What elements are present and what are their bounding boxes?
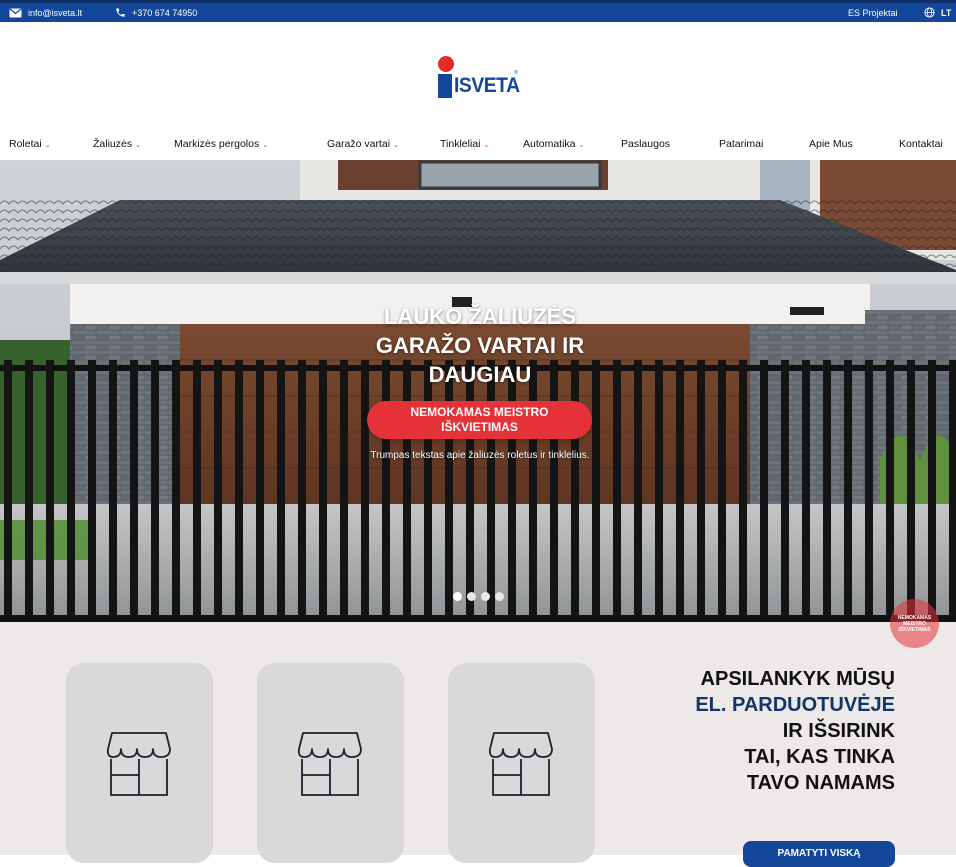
nav-item-tinkleliai[interactable]: Tinkleliai ⌄	[440, 138, 489, 150]
nav-item-paslaugos[interactable]: Paslaugos	[621, 138, 670, 150]
nav-label: Markizės pergolos	[174, 138, 260, 150]
nav-item-markizes-pergolos[interactable]: Markizės pergolos ⌄	[174, 138, 268, 150]
shop-promo-section: APSILANKYK MŪSŲ EL. PARDUOTUVĖJE IR IŠSI…	[0, 622, 956, 867]
email-text: info@isveta.lt	[28, 7, 83, 18]
free-master-visit-button[interactable]: NEMOKAMAS MEISTRO IŠKVIETIMAS	[367, 401, 592, 439]
es-projects-link[interactable]: ES Projektai	[848, 3, 898, 22]
badge-line-3: IŠKVIETIMAS	[898, 626, 931, 633]
chevron-down-icon: ⌄	[483, 141, 490, 149]
email-link[interactable]: info@isveta.lt	[9, 3, 82, 22]
nav-label: Automatika	[523, 138, 576, 150]
nav-item-patarimai[interactable]: Patarimai	[719, 138, 763, 150]
shop-promo-heading: APSILANKYK MŪSŲ EL. PARDUOTUVĖJE IR IŠSI…	[695, 666, 895, 796]
category-card[interactable]	[257, 663, 404, 863]
hero-title: LAUKO ŽALIUZĖS GARAŽO VARTAI IR DAUGIAU	[340, 302, 620, 389]
nav-label: Garažo vartai	[327, 138, 391, 150]
nav-item-kontaktai[interactable]: Kontaktai	[899, 138, 943, 150]
nav-label: Apie Mus	[809, 138, 853, 150]
slider-dot-3[interactable]	[481, 592, 490, 601]
site-logo[interactable]: ISVETA ®	[436, 56, 522, 100]
chevron-down-icon: ⌄	[262, 141, 269, 149]
phone-text: +370 674 74950	[132, 7, 198, 18]
globe-icon	[924, 7, 935, 18]
chevron-down-icon: ⌄	[578, 141, 585, 149]
promo-line-2: EL. PARDUOTUVĖJE	[695, 694, 895, 716]
slider-dot-1[interactable]	[453, 592, 462, 601]
slider-dot-2[interactable]	[467, 592, 476, 601]
floating-free-visit-badge[interactable]: NEMOKAMAS MEISTRO IŠKVIETIMAS	[890, 599, 939, 648]
chevron-down-icon: ⌄	[393, 141, 399, 149]
hero-slider: LAUKO ŽALIUZĖS GARAŽO VARTAI IR DAUGIAU …	[0, 160, 956, 622]
nav-label: Paslaugos	[621, 138, 671, 150]
nav-item-garazo-vartai[interactable]: Garažo vartai ⌄	[327, 138, 399, 150]
nav-label: Patarimai	[719, 138, 764, 150]
logo-registered: ®	[514, 70, 518, 76]
language-switcher[interactable]: LT	[924, 3, 951, 22]
storefront-icon	[488, 732, 553, 796]
promo-line-4: TAI, KAS TINKA	[744, 746, 895, 768]
cta-line-2: IŠKVIETIMAS	[441, 420, 518, 434]
nav-item-apie-mus[interactable]: Apie Mus	[809, 138, 853, 150]
es-projects-label: ES Projektai	[848, 7, 898, 18]
slider-dot-4[interactable]	[495, 592, 504, 601]
hero-title-line-3: DAUGIAU	[428, 362, 532, 387]
hero-title-line-2: GARAŽO VARTAI IR	[375, 333, 585, 358]
storefront-icon	[106, 732, 171, 796]
storefront-icon	[297, 732, 362, 796]
nav-label: Žaliuzės	[93, 138, 133, 150]
chevron-down-icon: ⌄	[44, 141, 51, 149]
promo-line-3: IR IŠSIRINK	[782, 720, 895, 742]
nav-item-automatika[interactable]: Automatika ⌄	[523, 138, 584, 150]
hero-subtitle: Trumpas tekstas apie žaliuzės roletus ir…	[370, 450, 590, 461]
see-all-button[interactable]: PAMATYTI VISKĄ	[743, 841, 895, 867]
language-label: LT	[941, 7, 952, 18]
promo-line-1: APSILANKYK MŪSŲ	[700, 668, 895, 690]
chevron-down-icon: ⌄	[135, 141, 141, 149]
logo-mark	[438, 74, 452, 98]
slider-pagination	[453, 592, 504, 601]
nav-item-roletai[interactable]: Roletai ⌄	[9, 138, 51, 150]
promo-line-5: TAVO NAMAMS	[746, 772, 895, 794]
nav-label: Kontaktai	[899, 138, 943, 150]
nav-label: Roletai	[9, 138, 42, 150]
category-card[interactable]	[448, 663, 595, 863]
logo-dot	[438, 56, 454, 72]
phone-link[interactable]: +370 674 74950	[115, 3, 197, 22]
nav-label: Tinkleliai	[440, 138, 481, 150]
hero-background-image	[0, 160, 956, 622]
envelope-icon	[9, 8, 22, 17]
badge-line-1: NEMOKAMAS	[897, 614, 932, 621]
main-navigation: Roletai ⌄ Žaliuzės ⌄ Markizės pergolos ⌄ Ga…	[0, 132, 956, 160]
hero-title-line-1: LAUKO ŽALIUZĖS	[384, 304, 576, 329]
nav-item-zaliuzes[interactable]: Žaliuzės ⌄	[93, 138, 141, 150]
category-card[interactable]	[66, 663, 213, 863]
cta-line-1: NEMOKAMAS MEISTRO	[410, 405, 549, 419]
logo-text: ISVETA	[454, 74, 520, 97]
phone-icon	[116, 8, 125, 17]
top-bar: info@isveta.lt +370 674 74950 ES Projekt…	[0, 0, 956, 22]
